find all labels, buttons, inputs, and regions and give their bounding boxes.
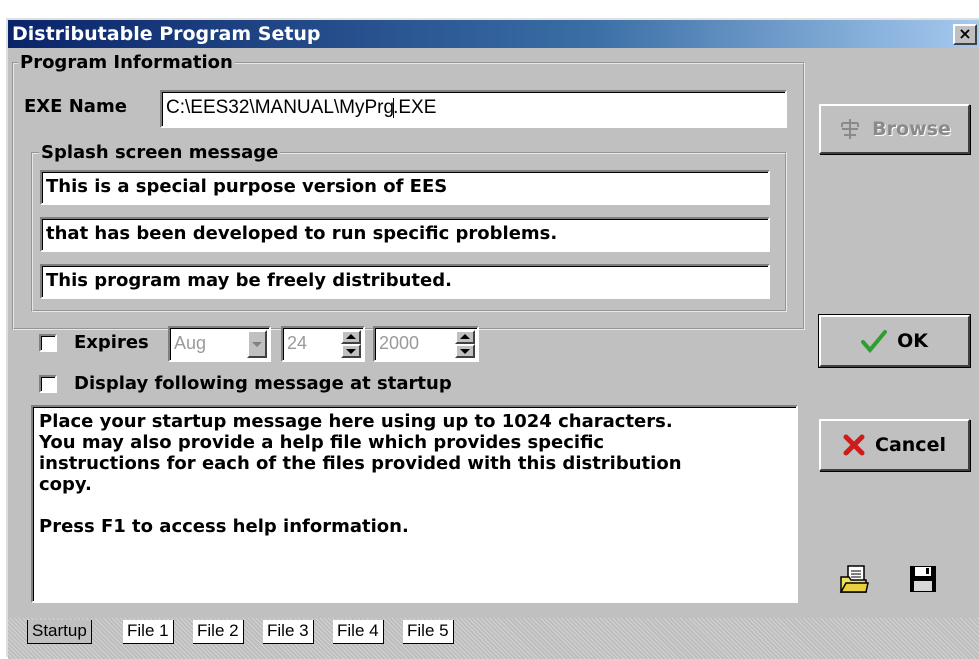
title-bar[interactable]: Distributable Program Setup × (8, 20, 979, 48)
expires-checkbox[interactable] (39, 334, 57, 352)
tab-file-3[interactable]: File 3 (263, 620, 314, 644)
checkmark-icon (861, 330, 888, 353)
startup-message-line: You may also provide a help file which p… (39, 432, 605, 453)
expires-year-value: 2000 (379, 333, 420, 353)
spin-up-icon (346, 334, 356, 339)
splash-screen-legend: Splash screen message (39, 142, 281, 163)
tab-file-1[interactable]: File 1 (123, 620, 174, 644)
open-file-button[interactable] (835, 560, 873, 598)
splash-line-1-input[interactable]: This is a special purpose version of EES (40, 170, 770, 205)
display-message-label[interactable]: Display following message at startup (74, 373, 452, 395)
close-button[interactable]: × (953, 24, 977, 45)
day-spin-down-button[interactable] (341, 344, 361, 358)
month-dropdown-button[interactable] (247, 330, 267, 358)
startup-message-line: copy. (39, 474, 92, 495)
tree-icon (841, 119, 860, 139)
browse-button[interactable]: Browse (819, 104, 970, 154)
spin-down-icon (460, 349, 470, 354)
cancel-button[interactable]: Cancel (819, 419, 970, 471)
tab-startup[interactable]: Startup (27, 620, 92, 644)
cancel-label: Cancel (875, 434, 946, 456)
ok-button[interactable]: OK (818, 314, 971, 368)
startup-message-help-line: Press F1 to access help information. (39, 516, 409, 537)
close-icon: × (958, 24, 972, 43)
year-spin-down-button[interactable] (455, 344, 475, 358)
floppy-disk-icon (910, 566, 936, 592)
year-spin-up-button[interactable] (455, 330, 475, 344)
spin-up-icon (460, 334, 470, 339)
exe-name-value-start: C:\EES32\MANUAL\MyPrg (166, 97, 395, 118)
splash-line-3-input[interactable]: This program may be freely distributed. (40, 264, 770, 299)
display-message-checkbox[interactable] (39, 375, 57, 393)
tab-file-5[interactable]: File 5 (403, 620, 454, 644)
startup-message-line: Place your startup message here using up… (39, 411, 673, 432)
day-spin-up-button[interactable] (341, 330, 361, 344)
expires-month-value: Aug (174, 333, 207, 353)
startup-message-line: instructions for each of the files provi… (39, 453, 682, 474)
window-title: Distributable Program Setup (12, 23, 321, 45)
exe-name-label: EXE Name (24, 96, 127, 117)
exe-name-input[interactable]: C:\EES32\MANUAL\MyPrg.EXE (160, 90, 787, 128)
startup-message-textarea[interactable]: Place your startup message here using up… (31, 405, 798, 603)
spin-down-icon (346, 349, 356, 354)
program-setup-dialog: Distributable Program Setup × Program In… (6, 18, 979, 659)
splash-line-2-input[interactable]: that has been developed to run specific … (40, 217, 770, 252)
browse-label: Browse (872, 118, 951, 140)
x-icon (843, 434, 865, 456)
tab-file-2[interactable]: File 2 (193, 620, 244, 644)
save-file-button[interactable] (904, 560, 942, 598)
program-information-legend: Program Information (18, 52, 235, 73)
open-file-icon (839, 565, 869, 593)
chevron-down-icon (252, 342, 262, 347)
tab-file-4[interactable]: File 4 (333, 620, 384, 644)
ok-label: OK (897, 330, 928, 352)
expires-day-value: 24 (287, 333, 308, 353)
expires-label[interactable]: Expires (74, 332, 149, 354)
exe-name-value-end: .EXE (393, 97, 437, 118)
file-tab-strip: Startup File 1 File 2 File 3 File 4 File… (8, 618, 979, 659)
